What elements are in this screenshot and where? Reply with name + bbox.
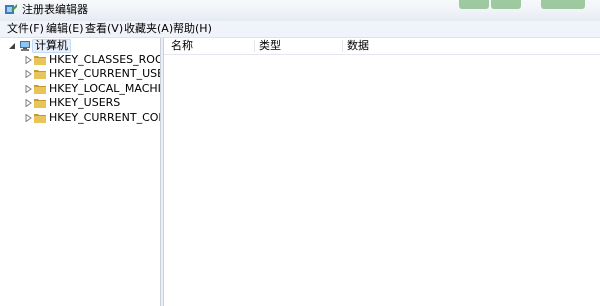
tree-node-label[interactable]: HKEY_USERS [49,96,120,110]
menu-bar: 文件(F) 编辑(E) 查看(V) 收藏夹(A) 帮助(H) [0,21,600,38]
column-header-data[interactable]: 数据 [342,38,462,54]
tree-node-label[interactable]: 计算机 [32,39,71,53]
tree-node-hkcr[interactable]: HKEY_CLASSES_ROOT [0,53,170,67]
tree-node-hkcu[interactable]: HKEY_CURRENT_USER [0,67,172,81]
folder-icon [34,99,46,108]
expand-arrow-icon[interactable] [25,85,32,93]
window-title: 注册表编辑器 [22,3,88,16]
folder-icon [34,114,46,123]
column-header-name[interactable]: 名称 [166,38,254,54]
tree-node-computer[interactable]: 计算机 [0,39,160,53]
minimize-button[interactable] [459,0,489,9]
folder-icon [34,85,46,94]
collapse-arrow-icon[interactable] [9,42,16,50]
expand-arrow-icon[interactable] [25,56,32,64]
tree-node-hku[interactable]: HKEY_USERS [0,96,160,110]
regedit-icon [5,4,17,14]
folder-icon [34,70,46,79]
close-button[interactable] [541,0,585,9]
computer-icon [20,41,30,51]
folder-icon [34,56,46,65]
menu-file[interactable]: 文件(F) [6,22,45,36]
column-header-type[interactable]: 类型 [254,38,342,54]
maximize-button[interactable] [491,0,521,9]
menu-favorites[interactable]: 收藏夹(A) [123,22,174,36]
tree-node-hklm[interactable]: HKEY_LOCAL_MACHINE [0,82,176,96]
expand-arrow-icon[interactable] [25,70,32,78]
registry-tree[interactable]: 计算机 HKEY_CLASSES_ROOT HKEY_CURRENT_USER … [0,38,185,306]
menu-help[interactable]: 帮助(H) [172,22,213,36]
tree-node-label[interactable]: HKEY_CURRENT_USER [49,67,172,81]
tree-node-hkcc[interactable]: HKEY_CURRENT_CONFIG [0,111,185,125]
title-bar[interactable]: 注册表编辑器 [0,0,600,21]
values-list[interactable]: 名称 类型 数据 [164,38,600,306]
menu-view[interactable]: 查看(V) [84,22,124,36]
expand-arrow-icon[interactable] [25,114,32,122]
tree-node-label[interactable]: HKEY_LOCAL_MACHINE [49,82,176,96]
tree-node-label[interactable]: HKEY_CLASSES_ROOT [49,53,170,67]
column-header-row: 名称 类型 数据 [164,38,600,55]
menu-edit[interactable]: 编辑(E) [45,22,85,36]
expand-arrow-icon[interactable] [25,99,32,107]
